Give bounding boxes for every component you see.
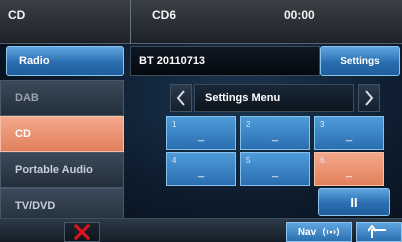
chevron-right-icon — [365, 90, 374, 106]
nav-label: Nav — [297, 226, 317, 238]
disc-label: CD6 — [152, 8, 177, 22]
preset-4-button[interactable]: 4 _ — [166, 152, 236, 186]
preset-2-button[interactable]: 2 _ — [240, 116, 310, 150]
settings-button-label: Settings — [340, 55, 380, 67]
preset-number: 3 — [320, 120, 325, 129]
preset-number: 4 — [172, 156, 177, 165]
sidebar-item-cd[interactable]: CD — [0, 116, 124, 152]
top-bar — [0, 0, 402, 44]
preset-value: _ — [345, 166, 353, 178]
pause-button[interactable]: II — [318, 188, 390, 216]
sidebar-item-label: Portable Audio — [15, 164, 93, 176]
preset-value: _ — [271, 130, 279, 142]
nav-button[interactable]: Nav — [286, 222, 352, 242]
preset-6-button[interactable]: 6 _ — [314, 152, 384, 186]
preset-3-button[interactable]: 3 _ — [314, 116, 384, 150]
track-time: 00:00 — [284, 8, 315, 22]
preset-number: 2 — [246, 120, 251, 129]
preset-value: _ — [345, 130, 353, 142]
preset-number: 6 — [320, 156, 325, 165]
preset-value: _ — [197, 166, 205, 178]
radio-button[interactable]: Radio — [6, 46, 124, 76]
close-button[interactable] — [64, 222, 100, 242]
sidebar-item-dab[interactable]: DAB — [0, 80, 124, 116]
preset-5-button[interactable]: 5 _ — [240, 152, 310, 186]
back-arrow-icon — [368, 225, 386, 238]
preset-value: _ — [197, 130, 205, 142]
chevron-left-icon — [176, 90, 185, 106]
previous-button[interactable] — [170, 84, 192, 112]
radio-button-label: Radio — [19, 55, 50, 67]
source-title: CD — [8, 8, 26, 22]
preset-1-button[interactable]: 1 _ — [166, 116, 236, 150]
track-name: BT 20110713 — [139, 55, 206, 67]
settings-button[interactable]: Settings — [320, 46, 400, 76]
sidebar-item-label: DAB — [15, 92, 39, 104]
sidebar-item-portable-audio[interactable]: Portable Audio — [0, 152, 124, 188]
track-name-display: BT 20110713 — [130, 46, 320, 76]
preset-value: _ — [271, 166, 279, 178]
pause-icon: II — [350, 194, 358, 210]
preset-number: 1 — [172, 120, 177, 129]
back-button[interactable] — [356, 222, 402, 242]
next-button[interactable] — [358, 84, 380, 112]
header-divider — [130, 0, 131, 44]
sound-waves-icon — [323, 227, 340, 237]
sidebar-item-label: CD — [15, 128, 31, 140]
close-icon — [74, 224, 90, 240]
settings-menu-title: Settings Menu — [194, 84, 354, 112]
infotainment-screen: CD CD6 00:00 Radio BT 20110713 Settings … — [0, 0, 402, 242]
preset-number: 5 — [246, 156, 251, 165]
sidebar-item-label: TV/DVD — [15, 200, 56, 212]
